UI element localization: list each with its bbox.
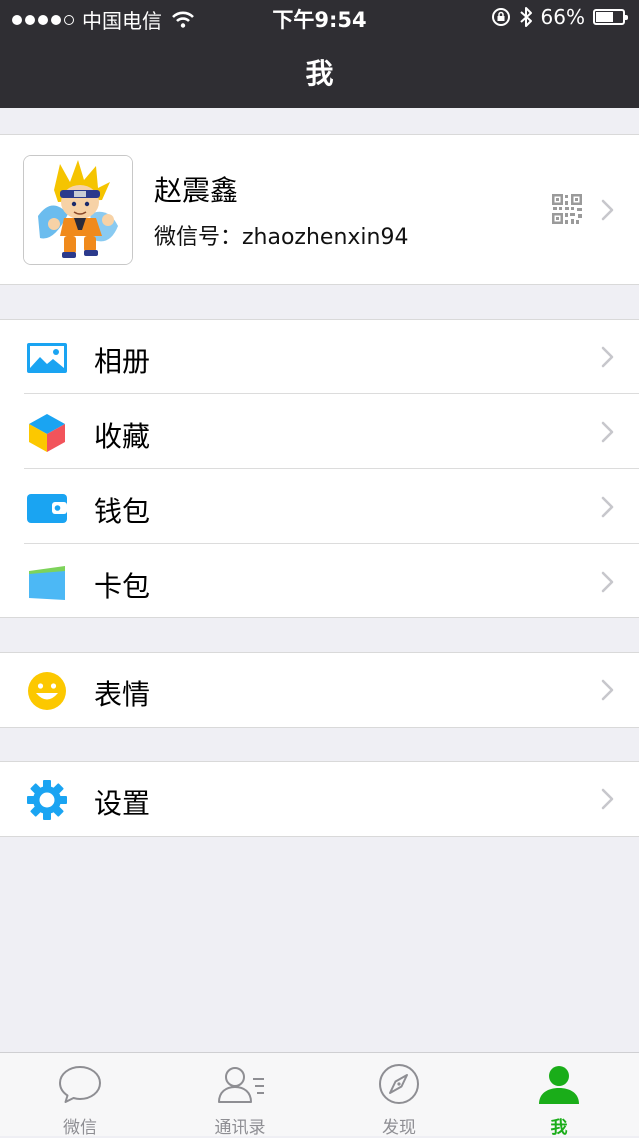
avatar-image: [24, 156, 132, 264]
status-bar: 中国电信 下午9:54 66%: [0, 0, 639, 36]
album-icon: [27, 343, 67, 373]
menu-item-label: 设置: [94, 787, 151, 820]
status-right: 66%: [491, 5, 629, 29]
menu-group-main: 相册 收藏 钱包 卡包: [0, 319, 639, 618]
divider: [24, 393, 639, 394]
menu-item-label: 表情: [94, 678, 151, 711]
chevron-right-icon: [601, 571, 614, 593]
person-icon: [539, 1066, 579, 1104]
chevron-right-icon: [601, 788, 614, 810]
divider: [24, 468, 639, 469]
chat-bubble-icon: [59, 1066, 101, 1103]
chevron-right-icon: [601, 346, 614, 368]
tab-label: 通讯录: [214, 1118, 266, 1138]
card-pack-icon: [29, 566, 65, 600]
top-bar: 中国电信 下午9:54 66% 我: [0, 0, 639, 108]
tab-label: 微信: [63, 1118, 97, 1138]
profile-name: 赵震鑫: [154, 174, 239, 207]
favorites-cube-icon: [29, 414, 65, 452]
tab-label: 发现: [382, 1118, 416, 1138]
menu-item-stickers[interactable]: 表情: [0, 653, 639, 727]
wechat-id: 微信号：zhaozhenxin94: [154, 225, 409, 250]
divider: [24, 543, 639, 544]
tab-bar: 微信 通讯录 发现 我: [0, 1052, 639, 1138]
tab-label: 我: [550, 1118, 568, 1138]
chevron-right-icon: [601, 421, 614, 443]
smiley-icon: [28, 672, 66, 710]
compass-icon: [379, 1064, 419, 1104]
battery-percent: 66%: [540, 5, 585, 29]
chevron-right-icon: [601, 679, 614, 701]
menu-group-settings: 设置: [0, 761, 639, 837]
battery-icon: [593, 9, 628, 25]
menu-item-label: 相册: [94, 345, 151, 378]
bluetooth-icon: [519, 7, 532, 27]
menu-item-cards[interactable]: 卡包: [0, 545, 639, 619]
chevron-right-icon: [601, 496, 614, 518]
menu-item-album[interactable]: 相册: [0, 320, 639, 394]
menu-item-label: 卡包: [94, 570, 151, 603]
tab-contacts[interactable]: 通讯录: [160, 1053, 320, 1138]
menu-group-stickers: 表情: [0, 652, 639, 728]
menu-item-label: 收藏: [94, 420, 151, 453]
menu-item-wallet[interactable]: 钱包: [0, 470, 639, 544]
profile-card[interactable]: 赵震鑫 微信号：zhaozhenxin94: [0, 134, 639, 285]
rotation-lock-icon: [491, 8, 510, 26]
gear-icon: [27, 780, 67, 820]
tab-me[interactable]: 我: [479, 1053, 639, 1138]
page-title: 我: [305, 57, 334, 90]
qr-code-icon[interactable]: [551, 193, 583, 225]
battery-fill: [596, 12, 614, 22]
menu-item-label: 钱包: [94, 495, 151, 528]
menu-item-favorites[interactable]: 收藏: [0, 395, 639, 469]
wallet-icon: [27, 494, 67, 523]
chevron-right-icon: [601, 199, 614, 221]
menu-item-settings[interactable]: 设置: [0, 762, 639, 836]
tab-chats[interactable]: 微信: [0, 1053, 160, 1138]
contacts-icon: [218, 1067, 264, 1103]
avatar[interactable]: [23, 155, 133, 265]
tab-discover[interactable]: 发现: [319, 1053, 479, 1138]
